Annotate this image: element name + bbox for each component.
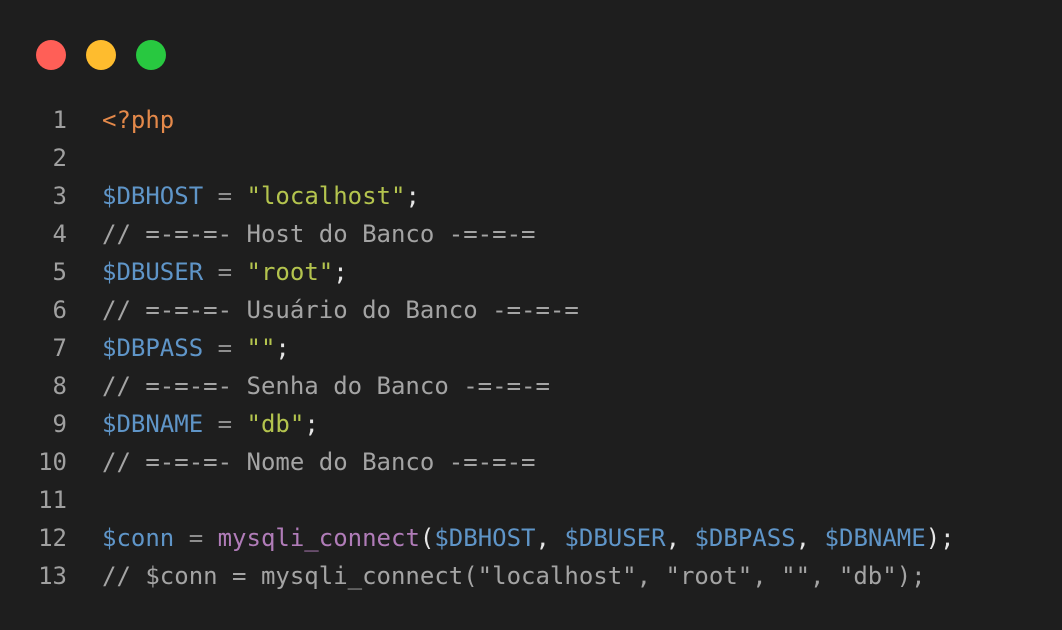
line-number: 5 (52, 258, 67, 286)
close-dot-icon[interactable] (36, 40, 66, 70)
line-content: <?php (67, 101, 174, 139)
code-token-var: $DBUSER (564, 524, 666, 552)
line-number: 3 (52, 182, 67, 210)
line-number: 10 (38, 448, 67, 476)
code-token-var: $DBHOST (434, 524, 536, 552)
code-token-punc: ( (419, 524, 435, 552)
code-token-comment: // =-=-=- Usuário do Banco -=-=-= (102, 296, 579, 324)
code-token-comment: // $conn = mysqli_connect("localhost", "… (102, 562, 926, 590)
code-token-punc: , (535, 524, 565, 552)
code-token-punc: ; (405, 182, 420, 210)
line-number: 11 (38, 486, 67, 514)
line-number: 9 (52, 410, 67, 438)
code-line: 7 $DBPASS = ""; (0, 329, 955, 367)
code-token-str: "root" (246, 258, 334, 286)
code-line: 6 // =-=-=- Usuário do Banco -=-=-= (0, 291, 955, 329)
code-token-var: $DBNAME (824, 524, 926, 552)
code-line: 13 // $conn = mysqli_connect("localhost",… (0, 557, 955, 595)
code-line: 12 $conn = mysqli_connect($DBHOST, $DBUSE… (0, 519, 955, 557)
line-content: // =-=-=- Host do Banco -=-=-= (67, 215, 535, 253)
maximize-dot-icon[interactable] (136, 40, 166, 70)
code-line: 9 $DBNAME = "db"; (0, 405, 955, 443)
line-content: $DBHOST = "localhost"; (67, 177, 420, 215)
code-token-punc: ; (275, 334, 290, 362)
code-token-comment: // =-=-=- Nome do Banco -=-=-= (102, 448, 536, 476)
code-token-var: $DBPASS (102, 334, 204, 362)
line-content: // =-=-=- Usuário do Banco -=-=-= (67, 291, 579, 329)
line-content: $DBUSER = "root"; (67, 253, 348, 291)
code-token-var: $DBPASS (694, 524, 796, 552)
code-line: 8 // =-=-=- Senha do Banco -=-=-= (0, 367, 955, 405)
code-token-str: "" (246, 334, 276, 362)
code-token-var: $DBHOST (102, 182, 204, 210)
line-content: $DBPASS = ""; (67, 329, 290, 367)
line-number: 2 (52, 144, 67, 172)
code-token-str: "localhost" (246, 182, 406, 210)
code-token-punc: ; (333, 258, 348, 286)
code-token-tag: <?php (102, 106, 175, 134)
code-token-punc: , (795, 524, 825, 552)
code-token-comment: // =-=-=- Host do Banco -=-=-= (102, 220, 536, 248)
code-token-var: $conn (102, 524, 175, 552)
line-number: 6 (52, 296, 67, 324)
line-content: $conn = mysqli_connect($DBHOST, $DBUSER,… (67, 519, 955, 557)
code-token-var: $DBUSER (102, 258, 204, 286)
code-token-op: = (203, 410, 247, 438)
line-number: 7 (52, 334, 67, 362)
line-content: // =-=-=- Senha do Banco -=-=-= (67, 367, 550, 405)
line-number: 4 (52, 220, 67, 248)
window-controls (36, 40, 166, 70)
line-content: // $conn = mysqli_connect("localhost", "… (67, 557, 926, 595)
line-number: 13 (38, 562, 67, 590)
code-token-op: = (203, 258, 247, 286)
code-token-punc: , (665, 524, 695, 552)
code-line: 3 $DBHOST = "localhost"; (0, 177, 955, 215)
line-content (67, 139, 102, 177)
code-line: 1 <?php (0, 101, 955, 139)
line-number: 1 (52, 106, 67, 134)
code-line: 4 // =-=-=- Host do Banco -=-=-= (0, 215, 955, 253)
code-line: 11 (0, 481, 955, 519)
line-content (67, 481, 102, 519)
code-token-punc: ); (925, 524, 955, 552)
line-content: $DBNAME = "db"; (67, 405, 319, 443)
code-token-func: mysqli_connect (217, 524, 420, 552)
line-number: 12 (38, 524, 67, 552)
code-token-punc: ; (304, 410, 319, 438)
code-line: 5 $DBUSER = "root"; (0, 253, 955, 291)
code-line: 2 (0, 139, 955, 177)
code-window: 1 <?php 2 3 $DBHOST = "localhost"; 4// =-=-=-… (0, 0, 1062, 630)
code-line: 10 // =-=-=- Nome do Banco -=-=-= (0, 443, 955, 481)
code-token-op: = (174, 524, 218, 552)
code-block: 1 <?php 2 3 $DBHOST = "localhost"; 4// =-=-=-… (0, 101, 955, 595)
minimize-dot-icon[interactable] (86, 40, 116, 70)
code-token-op: = (203, 334, 247, 362)
line-number: 8 (52, 372, 67, 400)
code-token-var: $DBNAME (102, 410, 204, 438)
code-token-comment: // =-=-=- Senha do Banco -=-=-= (102, 372, 550, 400)
code-token-str: "db" (246, 410, 305, 438)
code-token-op: = (203, 182, 247, 210)
line-content: // =-=-=- Nome do Banco -=-=-= (67, 443, 535, 481)
